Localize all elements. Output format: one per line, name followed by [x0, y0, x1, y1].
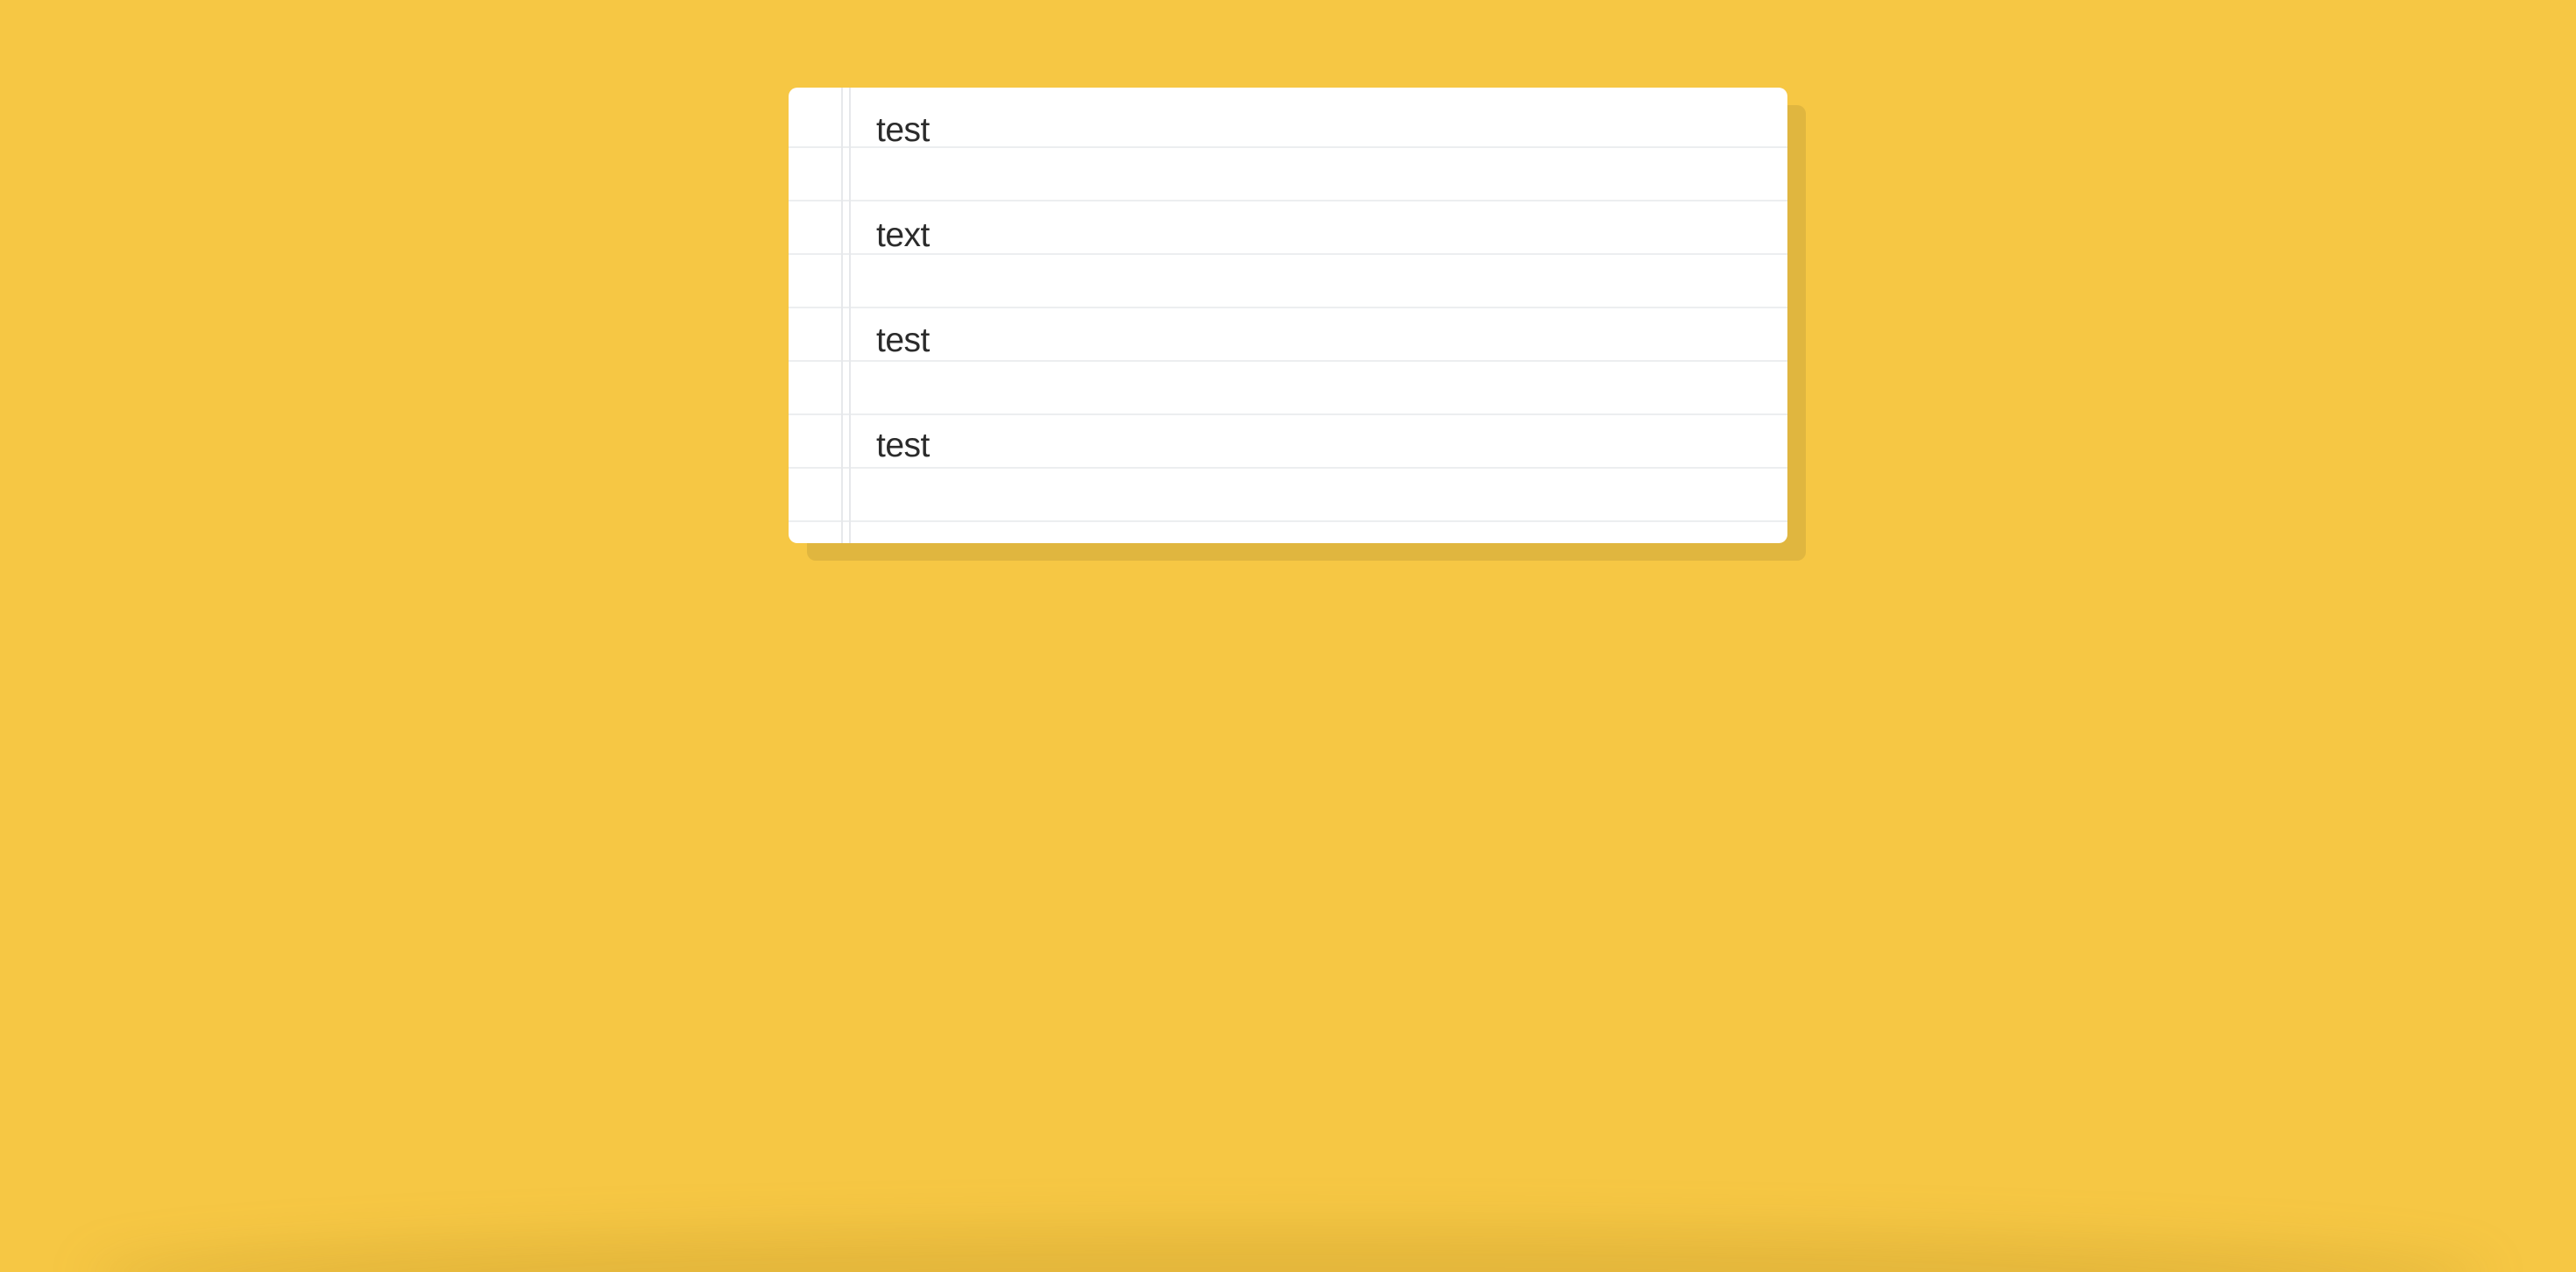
margin-line: [849, 88, 851, 543]
note-paper: test text test test: [789, 88, 1787, 543]
margin-line: [841, 88, 843, 543]
page-background: test text test test: [0, 0, 2576, 1272]
note-item[interactable]: test: [876, 88, 1752, 193]
note-list: test text test test: [876, 88, 1752, 508]
bottom-shadow: [88, 1228, 2488, 1272]
note-item[interactable]: text: [876, 193, 1752, 298]
note-item[interactable]: test: [876, 298, 1752, 403]
note-item[interactable]: test: [876, 403, 1752, 508]
